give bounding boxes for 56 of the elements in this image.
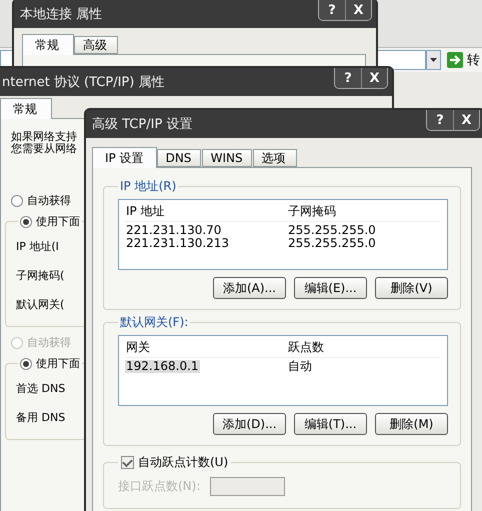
table-cell[interactable]: 192.168.0.1: [125, 360, 200, 373]
column-header[interactable]: 跃点数: [287, 341, 325, 354]
table-cell[interactable]: 255.255.255.0: [287, 224, 377, 237]
radio-button[interactable]: [20, 358, 32, 370]
window-title: 高级 TCP/IP 设置: [92, 116, 194, 133]
radio-label: 自动获得: [27, 193, 71, 208]
window-title: nternet 协议 (TCP/IP) 属性: [2, 74, 166, 91]
tab[interactable]: WINS: [202, 149, 252, 167]
list-view[interactable]: 网关 跃点数 192.168.0.1 自动: [118, 335, 448, 406]
dialog-button[interactable]: 添加(D)...: [213, 413, 286, 435]
list-view[interactable]: IP 地址 子网掩码 221.231.130.70 255.255.255.0 221.231.130.213 255.255.255.0: [118, 199, 448, 270]
field-label: 接口跃点数(N):: [118, 478, 200, 495]
tab[interactable]: 常规: [22, 34, 74, 55]
go-arrow-icon[interactable]: [447, 52, 463, 68]
tab[interactable]: 高级: [74, 36, 118, 54]
column-header[interactable]: IP 地址: [125, 205, 166, 218]
caret-icon: [430, 58, 437, 62]
radio-label: 使用下面: [36, 356, 80, 371]
dialog-button[interactable]: 添加(A)...: [213, 277, 286, 299]
dialog-button[interactable]: 删除(V): [375, 277, 448, 299]
close-button[interactable]: X: [345, 0, 371, 20]
column-header[interactable]: 子网掩码: [287, 205, 337, 218]
checkbox[interactable]: [121, 456, 134, 469]
radio-label: 自动获得: [27, 335, 71, 350]
close-button[interactable]: X: [361, 68, 387, 88]
field-label: 首选 DNS: [16, 381, 66, 396]
group-title: 默认网关(F):: [119, 314, 190, 331]
group-title: IP 地址(R): [119, 178, 178, 195]
help-button[interactable]: ?: [427, 110, 453, 130]
radio-button[interactable]: [11, 194, 23, 206]
dropdown-button[interactable]: [426, 50, 441, 70]
table-cell[interactable]: 自动: [287, 360, 313, 373]
window-title: 本地连接 属性: [20, 6, 104, 23]
table-cell[interactable]: 221.231.130.213: [125, 237, 230, 250]
field-label: IP 地址(I: [16, 239, 59, 254]
field-label: 子网掩码(: [16, 268, 64, 283]
close-button[interactable]: X: [453, 110, 479, 130]
dialog-button[interactable]: 编辑(E)...: [294, 277, 367, 299]
column-header[interactable]: 网关: [125, 341, 151, 354]
tab[interactable]: 常规: [0, 98, 52, 119]
table-cell[interactable]: 221.231.130.70: [125, 224, 222, 237]
field-label: 默认网关(: [16, 297, 64, 312]
tab[interactable]: 选项: [252, 149, 297, 167]
field-label: 备用 DNS: [16, 410, 66, 425]
help-button[interactable]: ?: [335, 68, 361, 88]
tab[interactable]: IP 设置: [92, 147, 157, 168]
dialog-button[interactable]: 编辑(T)...: [294, 413, 367, 435]
radio-label: 使用下面: [36, 214, 80, 229]
tab[interactable]: DNS: [156, 149, 201, 167]
table-cell[interactable]: 255.255.255.0: [287, 237, 377, 250]
intro-text: 如果网络支持 您需要从网络: [11, 131, 77, 155]
go-label[interactable]: 转: [463, 51, 482, 69]
radio-button[interactable]: [20, 216, 32, 228]
dialog-button[interactable]: 删除(M): [375, 413, 448, 435]
checkbox-label: 自动跃点计数(U): [138, 454, 228, 471]
help-button[interactable]: ?: [319, 0, 345, 20]
